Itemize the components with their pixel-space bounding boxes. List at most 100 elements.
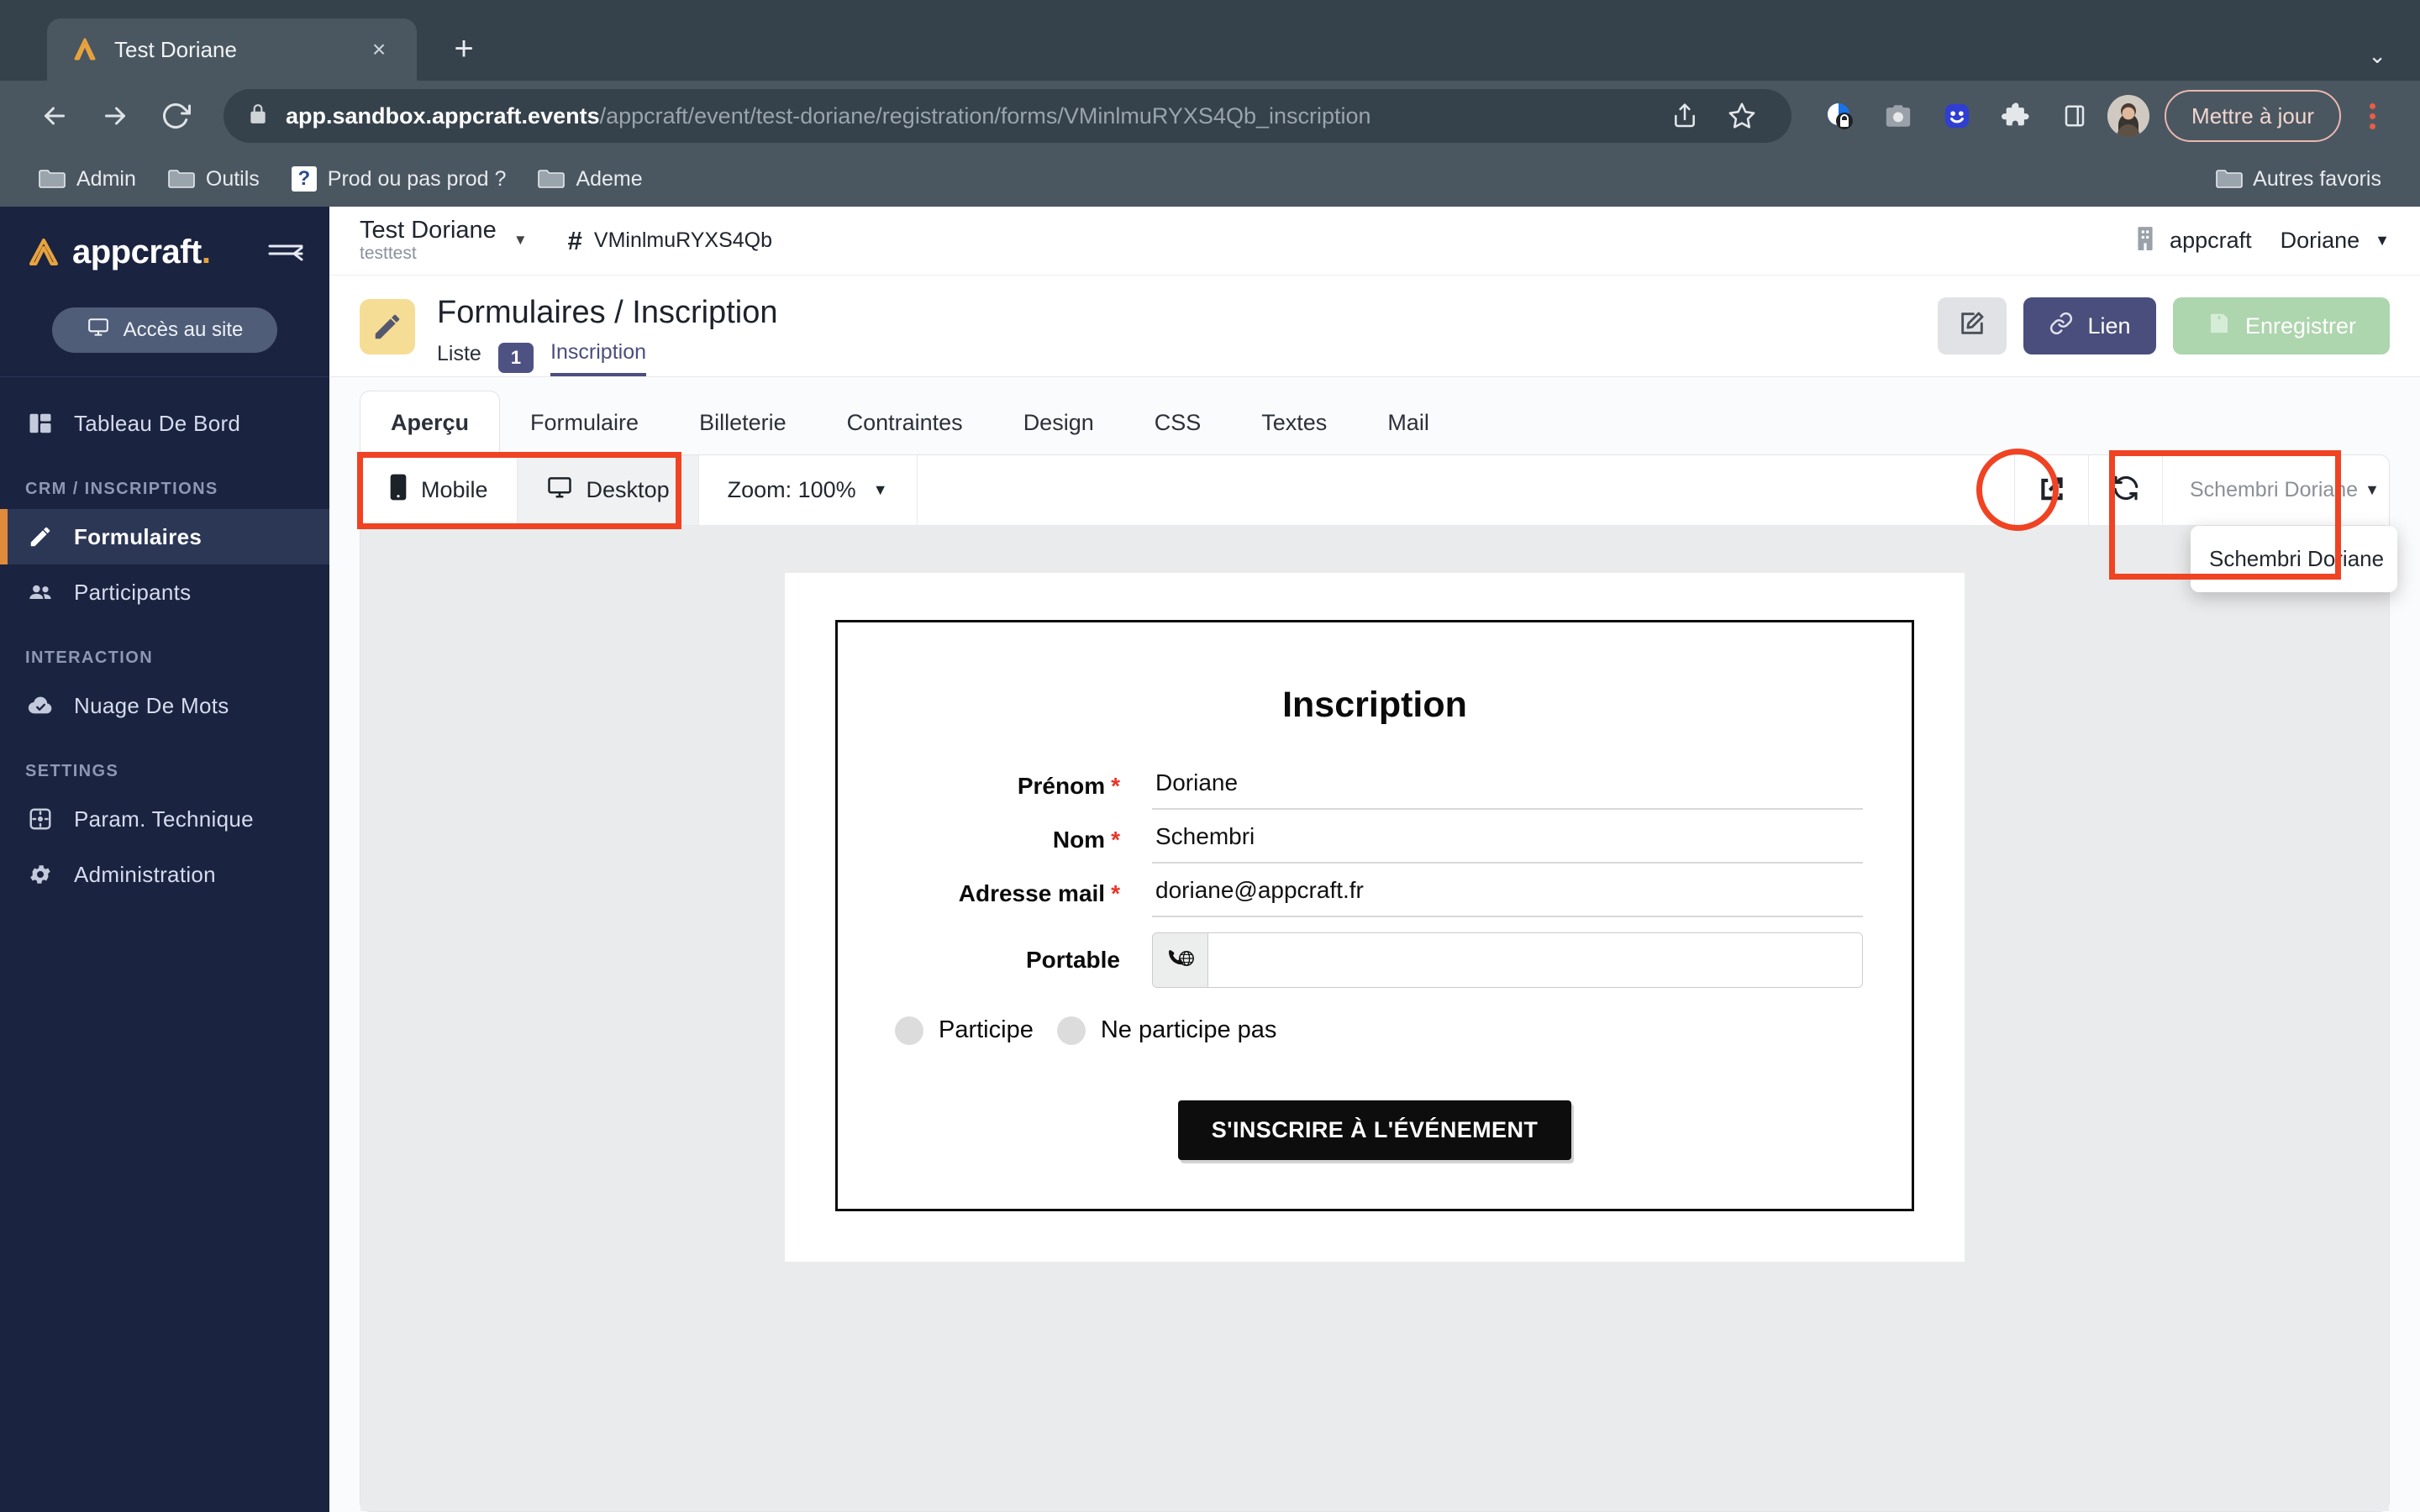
application: appcraft. Accès au site Tableau De Bord: [0, 207, 2420, 1512]
puzzle-icon[interactable]: [1990, 90, 2042, 142]
phone-globe-icon[interactable]: [1153, 933, 1208, 987]
folder-icon: [538, 168, 565, 190]
radio-participe[interactable]: Participe: [895, 1016, 1034, 1045]
radio-label: Participe: [939, 1016, 1034, 1044]
access-site-button[interactable]: Accès au site: [52, 307, 277, 353]
sidebar-item-label: Participants: [74, 580, 191, 606]
field-input-email[interactable]: doriane@appcraft.fr: [1152, 872, 1863, 917]
participant-select[interactable]: Schembri Doriane ▼ Schembri Doriane: [2162, 455, 2389, 525]
radio-circle[interactable]: [895, 1016, 923, 1045]
field-input-nom[interactable]: Schembri: [1152, 818, 1863, 864]
phone-number-input[interactable]: [1208, 933, 1862, 987]
sidebar-item-formulaires[interactable]: Formulaires: [0, 509, 329, 564]
sidebar-item-param-technique[interactable]: Param. Technique: [0, 791, 329, 847]
tab-mail[interactable]: Mail: [1357, 391, 1460, 454]
app-topbar: Test Doriane testtest ▼ # VMinlmuRYXS4Qb…: [329, 207, 2420, 276]
hamburger-collapse-icon[interactable]: [267, 239, 304, 265]
refresh-icon: [2111, 473, 2141, 507]
share-icon[interactable]: [1659, 90, 1711, 142]
chevron-down-icon[interactable]: ⌄: [2368, 43, 2386, 69]
tab-formulaire[interactable]: Formulaire: [500, 391, 669, 454]
bookmark-ademe[interactable]: Ademe: [526, 162, 654, 197]
link-button[interactable]: Lien: [2023, 297, 2156, 354]
refresh-preview-button[interactable]: [2088, 455, 2162, 525]
building-icon: [2134, 225, 2156, 256]
radio-ne-participe-pas[interactable]: Ne participe pas: [1057, 1016, 1277, 1045]
edit-button[interactable]: [1938, 297, 2007, 354]
device-mobile-button[interactable]: Mobile: [360, 455, 518, 525]
field-input-prenom[interactable]: Doriane: [1152, 764, 1863, 810]
chevron-down-icon: ▼: [2375, 232, 2390, 249]
required-marker: *: [1111, 827, 1120, 853]
sidebar-item-nuage-de-mots[interactable]: Nuage De Mots: [0, 678, 329, 733]
organization-selector[interactable]: appcraft: [2134, 225, 2252, 256]
zoom-control[interactable]: Zoom: 100% ▼: [699, 455, 918, 525]
address-bar[interactable]: app.sandbox.appcraft.events/appcraft/eve…: [224, 89, 1791, 143]
device-desktop-label: Desktop: [587, 477, 670, 503]
chevron-down-icon[interactable]: ▼: [2365, 481, 2380, 499]
field-label-text: Adresse mail: [959, 880, 1105, 906]
privacy-icon[interactable]: [1813, 90, 1865, 142]
close-icon[interactable]: ×: [365, 38, 393, 61]
browser-tab[interactable]: Test Doriane ×: [47, 18, 417, 81]
sidebar-logo[interactable]: appcraft.: [0, 218, 329, 286]
sidepanel-icon[interactable]: [2049, 90, 2101, 142]
user-name: Doriane: [2281, 228, 2360, 254]
update-button[interactable]: Mettre à jour: [2165, 90, 2341, 142]
tab-textes[interactable]: Textes: [1231, 391, 1357, 454]
sidebar-logo-text: appcraft.: [72, 234, 210, 271]
sidebar-item-tableau-de-bord[interactable]: Tableau De Bord: [0, 396, 329, 451]
avatar[interactable]: [2107, 95, 2149, 137]
bookmark-other-favorites[interactable]: Autres favoris: [2204, 162, 2393, 197]
field-label: Adresse mail*: [886, 872, 1120, 907]
camera-icon[interactable]: [1872, 90, 1924, 142]
bookmark-outils[interactable]: Outils: [156, 162, 271, 197]
open-external-button[interactable]: [2014, 455, 2088, 525]
preview-page: Inscription Prénom* Doriane Nom* S: [785, 573, 1965, 1262]
subtab-inscription[interactable]: Inscription: [550, 340, 646, 376]
sidebar-item-participants[interactable]: Participants: [0, 564, 329, 620]
chevron-down-icon: ▼: [873, 481, 888, 499]
radio-label: Ne participe pas: [1101, 1016, 1277, 1044]
back-icon[interactable]: [29, 90, 81, 142]
subtab-liste[interactable]: Liste: [437, 342, 481, 375]
dropdown-option[interactable]: Schembri Doriane: [2191, 534, 2397, 584]
bookmark-prod-ou-pas-prod[interactable]: ? Prod ou pas prod ?: [280, 161, 518, 197]
user-menu[interactable]: Doriane ▼: [2281, 228, 2390, 254]
required-marker: *: [1111, 773, 1120, 799]
tab-billeterie[interactable]: Billeterie: [669, 391, 817, 454]
page-header: Formulaires / Inscription Liste 1 Inscri…: [329, 276, 2420, 376]
monitor-icon: [87, 317, 110, 344]
logo-dot: .: [202, 234, 211, 270]
bookmark-admin[interactable]: Admin: [27, 162, 148, 197]
event-subtitle: testtest: [360, 244, 497, 264]
tab-css[interactable]: CSS: [1124, 391, 1232, 454]
star-icon[interactable]: [1716, 90, 1768, 142]
page-subtabs: Liste 1 Inscription: [437, 340, 777, 376]
event-selector[interactable]: Test Doriane testtest ▼: [360, 218, 528, 264]
tab-contraintes[interactable]: Contraintes: [817, 391, 993, 454]
radio-circle[interactable]: [1057, 1016, 1086, 1045]
sidebar-item-label: Formulaires: [74, 524, 202, 550]
field-input-phone[interactable]: [1152, 932, 1863, 988]
forward-icon[interactable]: [89, 90, 141, 142]
new-tab-button[interactable]: +: [439, 24, 489, 74]
external-share-icon: [2036, 472, 2068, 508]
sidebar-item-administration[interactable]: Administration: [0, 847, 329, 902]
logo-word: appcraft: [72, 234, 202, 270]
tab-apercu[interactable]: Aperçu: [360, 391, 500, 454]
submit-button[interactable]: S'INSCRIRE À L'ÉVÉNEMENT: [1178, 1100, 1571, 1160]
save-button[interactable]: Enregistrer: [2173, 297, 2390, 354]
sidebar-item-label: Param. Technique: [74, 806, 254, 832]
chevron-down-icon[interactable]: ▼: [513, 232, 528, 249]
kebab-menu-icon[interactable]: [2353, 103, 2391, 129]
reload-icon[interactable]: [150, 90, 202, 142]
sidebar-section-crm: CRM / INSCRIPTIONS: [0, 451, 329, 509]
tab-design[interactable]: Design: [993, 391, 1124, 454]
bookmark-label: Prod ou pas prod ?: [328, 167, 507, 192]
required-marker: *: [1111, 880, 1120, 906]
device-desktop-button[interactable]: Desktop: [518, 455, 699, 525]
smiley-icon[interactable]: [1931, 90, 1983, 142]
browser-toolbar: app.sandbox.appcraft.events/appcraft/eve…: [0, 81, 2420, 151]
access-site-label: Accès au site: [124, 318, 244, 342]
